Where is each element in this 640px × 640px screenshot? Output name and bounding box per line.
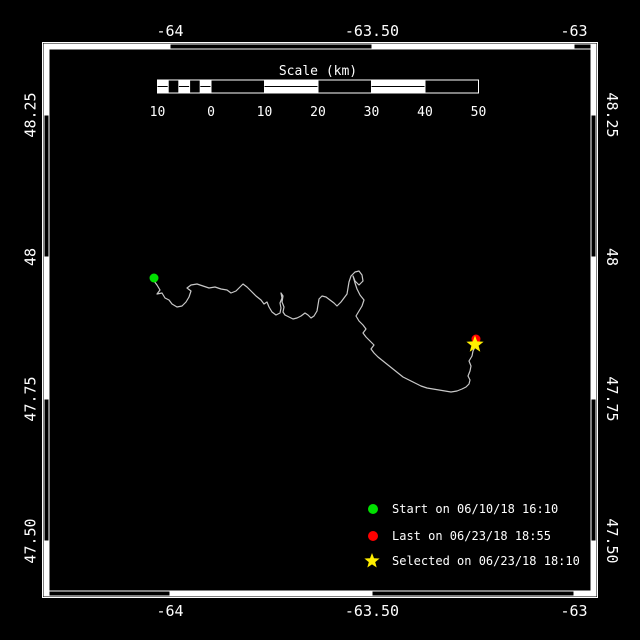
y-tick-label-right: 48.25 [603, 92, 621, 137]
y-tick-label-right: 48 [603, 248, 621, 266]
frame-border-segment [590, 540, 597, 597]
frame-border-segment [169, 590, 373, 597]
scale-tick-label: 40 [417, 105, 433, 120]
scale-tick-label: 30 [364, 105, 380, 120]
y-tick-label-right: 47.75 [603, 376, 621, 421]
frame-border-segment [371, 43, 575, 50]
frame-border-segment [43, 43, 171, 50]
y-tick-label-left: 48.25 [21, 92, 39, 137]
x-tick-label-bottom: -63.50 [345, 602, 399, 620]
frame-border-segment [590, 114, 597, 258]
frame-border-segment [371, 590, 575, 597]
scale-tick-label: 20 [310, 105, 326, 120]
frame-border-segment [43, 256, 50, 400]
scale-bar-cell [189, 79, 201, 94]
track-map: Scale (km) 10 0 10 20 30 40 50 -64 -63.5… [0, 0, 640, 640]
frame-border-segment [43, 590, 171, 597]
legend-start-marker-icon [368, 504, 378, 514]
scale-bar-cells [157, 79, 479, 94]
scale-bar-title: Scale (km) [279, 64, 357, 79]
frame-border-segment [590, 398, 597, 542]
start-marker[interactable] [149, 273, 159, 283]
frame-border-segment [43, 114, 50, 258]
scale-bar-cell [167, 79, 180, 94]
scale-tick-label: 10 [257, 105, 273, 120]
y-tick-label-left: 48 [21, 248, 39, 266]
legend-selected-label: Selected on 06/23/18 18:10 [392, 554, 580, 568]
frame-border-segment [590, 256, 597, 400]
y-tick-label-right: 47.50 [603, 518, 621, 563]
frame-border-segment [43, 540, 50, 597]
x-tick-label-top: -64 [156, 22, 183, 40]
legend: Start on 06/10/18 16:10 Last on 06/23/18… [364, 502, 580, 568]
scale-tick-label: 0 [207, 105, 215, 120]
frame-border-segment [590, 43, 597, 116]
x-tick-label-top: -63 [560, 22, 587, 40]
frame-border-segment [169, 43, 373, 50]
legend-last-label: Last on 06/23/18 18:55 [392, 529, 551, 543]
x-tick-label-bottom: -64 [156, 602, 183, 620]
scale-bar-cell [317, 79, 372, 94]
scale-tick-label: 50 [471, 105, 487, 120]
y-tick-label-left: 47.50 [21, 518, 39, 563]
legend-start-label: Start on 06/10/18 16:10 [392, 502, 558, 516]
y-tick-label-left: 47.75 [21, 376, 39, 421]
frame-border-segment [43, 43, 50, 116]
x-tick-label-top: -63.50 [345, 22, 399, 40]
scale-bar-cell [210, 79, 265, 94]
scale-tick-label: 10 [150, 105, 166, 120]
legend-last-marker-icon [368, 531, 378, 541]
frame-border-segment [43, 398, 50, 542]
x-tick-label-bottom: -63 [560, 602, 587, 620]
scale-bar-cell [424, 79, 479, 94]
